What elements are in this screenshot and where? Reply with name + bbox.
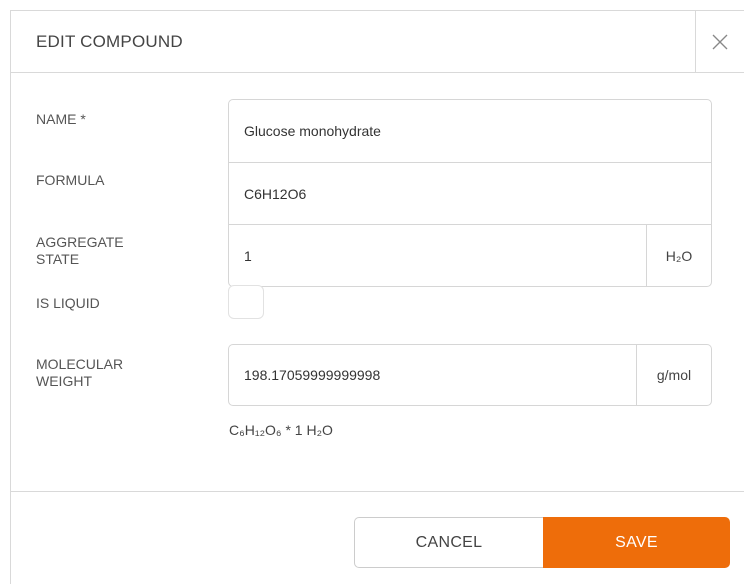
compound-fields-group: Glucose monohydrate C6H12O6 1 H₂O — [228, 99, 712, 287]
close-button[interactable] — [695, 11, 744, 72]
aggregate-state-unit: H₂O — [646, 225, 711, 286]
name-label: NAME * — [36, 111, 86, 127]
aggregate-state-label-line2: STATE — [36, 251, 80, 267]
dialog-title: EDIT COMPOUND — [36, 32, 183, 51]
save-button[interactable]: SAVE — [543, 517, 730, 568]
molecular-weight-label-line1: MOLECULAR — [36, 356, 124, 372]
molecular-weight-label: MOLECULAR WEIGHT — [36, 356, 123, 390]
molecular-weight-label-line2: WEIGHT — [36, 373, 92, 389]
formula-field-value: C6H12O6 — [244, 185, 307, 202]
cancel-button[interactable]: CANCEL — [354, 517, 543, 568]
aggregate-state-label: AGGREGATE STATE — [36, 234, 124, 268]
formula-field[interactable]: C6H12O6 — [229, 162, 711, 224]
molecular-weight-unit: g/mol — [636, 345, 711, 405]
formula-note: C₆H₁₂O₆ * 1 H₂O — [229, 422, 333, 438]
dialog-header: EDIT COMPOUND — [11, 11, 744, 73]
dialog-footer: CANCEL SAVE — [11, 491, 744, 586]
edit-compound-dialog: EDIT COMPOUND NAME * FORMULA AGGREGATE S… — [10, 10, 744, 584]
is-liquid-checkbox[interactable] — [228, 285, 264, 319]
close-icon — [712, 34, 728, 49]
molecular-weight-field[interactable]: 198.17059999999998 g/mol — [228, 344, 712, 406]
molecular-weight-value: 198.17059999999998 — [244, 367, 381, 383]
formula-label: FORMULA — [36, 172, 105, 188]
name-field[interactable]: Glucose monohydrate — [229, 100, 711, 162]
aggregate-state-label-line1: AGGREGATE — [36, 234, 124, 250]
is-liquid-label: IS LIQUID — [36, 295, 100, 311]
aggregate-state-value: 1 — [244, 247, 252, 264]
aggregate-state-field[interactable]: 1 H₂O — [229, 224, 711, 286]
name-field-value: Glucose monohydrate — [244, 123, 381, 139]
